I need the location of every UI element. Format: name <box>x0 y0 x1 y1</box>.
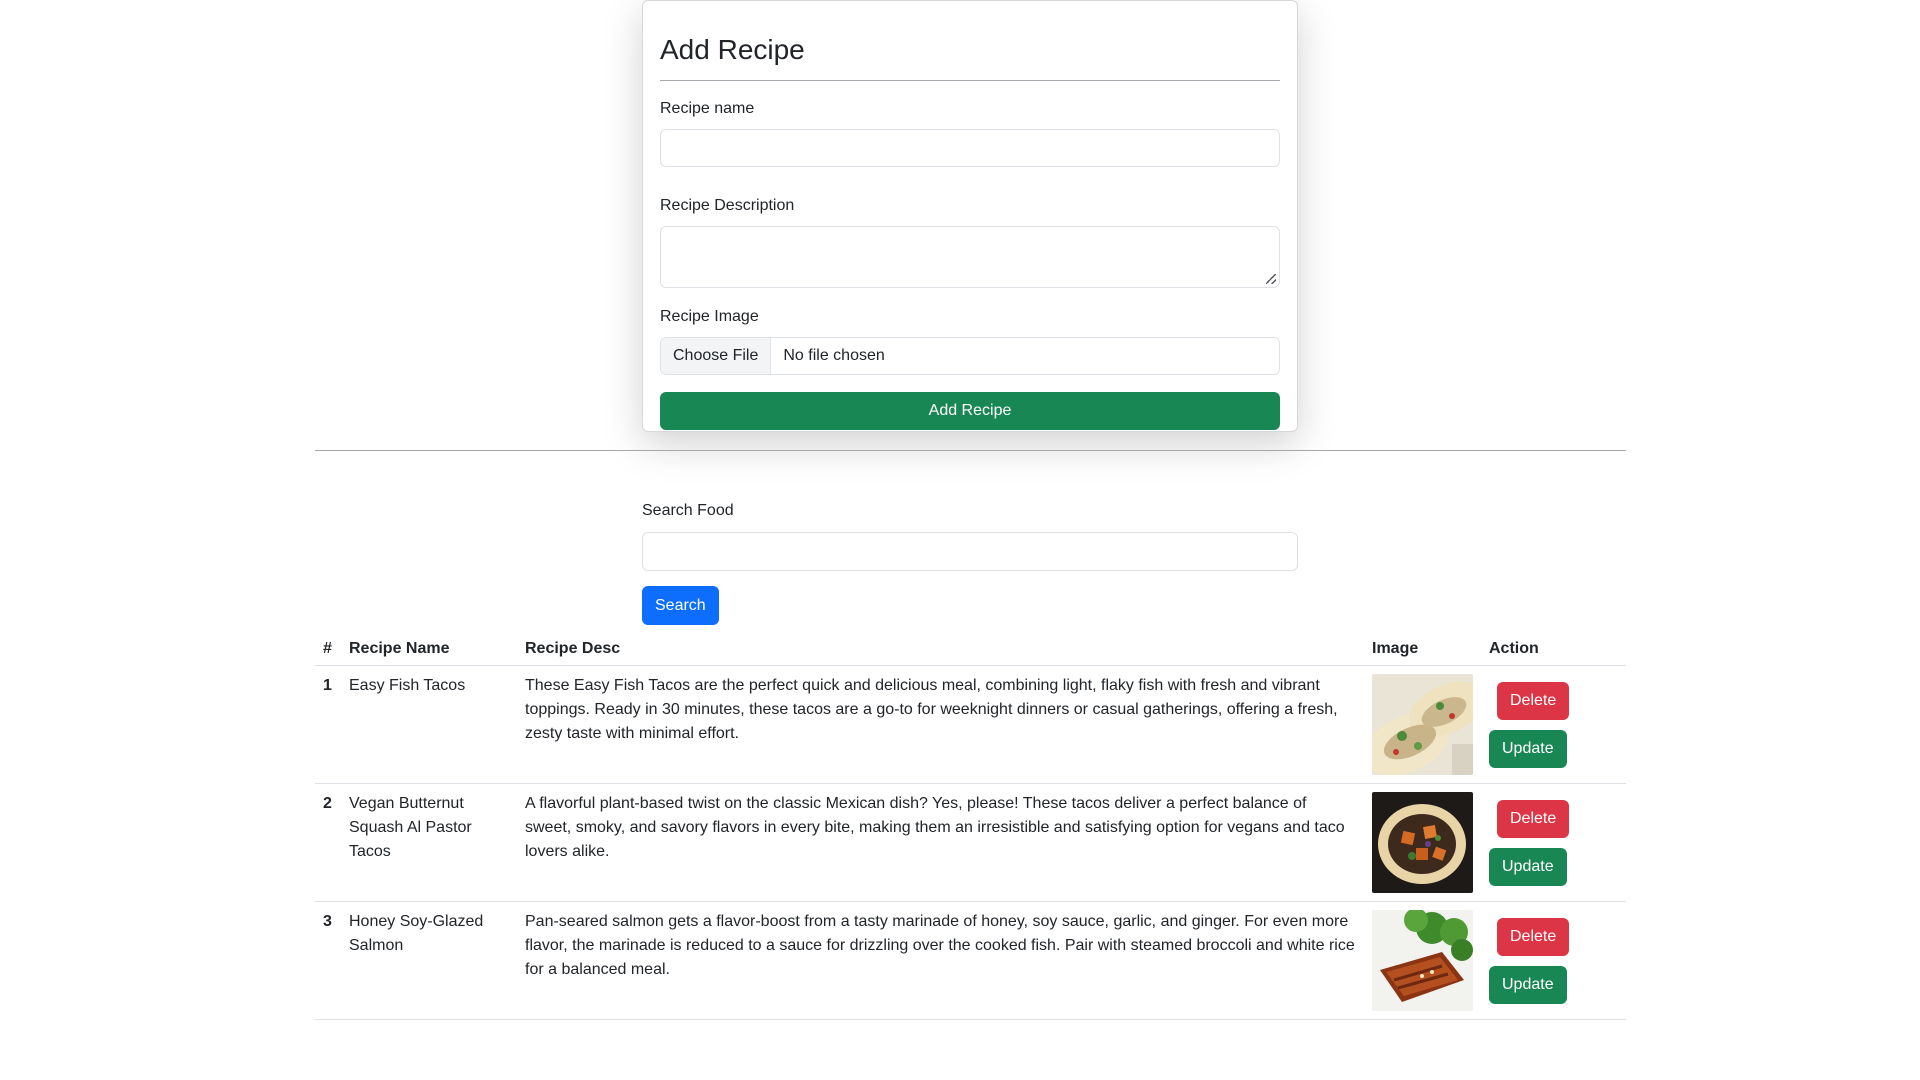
row-action-cell: Delete Update <box>1481 665 1626 784</box>
fish-tacos-photo-icon <box>1372 673 1473 775</box>
recipe-image-label: Recipe Image <box>660 308 759 325</box>
row-recipe-desc: A flavorful plant-based twist on the cla… <box>517 783 1364 902</box>
search-button[interactable]: Search <box>642 586 719 625</box>
recipe-description-textarea[interactable] <box>660 226 1280 288</box>
choose-file-button[interactable]: Choose File <box>661 338 772 374</box>
header-action: Action <box>1481 633 1626 666</box>
row-number: 1 <box>315 665 341 784</box>
row-number: 3 <box>315 901 341 1020</box>
row-image-cell <box>1364 783 1481 902</box>
table-row: 3 Honey Soy-Glazed Salmon Pan-seared sal… <box>315 901 1626 1020</box>
update-button[interactable]: Update <box>1489 965 1567 1004</box>
row-recipe-desc: These Easy Fish Tacos are the perfect qu… <box>517 665 1364 784</box>
delete-button[interactable]: Delete <box>1497 681 1570 720</box>
recipe-name-label: Recipe name <box>660 100 755 117</box>
recipe-name-input[interactable] <box>660 129 1280 167</box>
table-row: 2 Vegan Butternut Squash Al Pastor Tacos… <box>315 783 1626 902</box>
row-action-cell: Delete Update <box>1481 901 1626 1020</box>
search-section: Search Food Search <box>642 500 1298 625</box>
row-actions: Delete Update <box>1489 910 1618 1004</box>
delete-button[interactable]: Delete <box>1497 799 1570 838</box>
recipe-description-label: Recipe Description <box>660 197 795 214</box>
table-row: 1 Easy Fish Tacos These Easy Fish Tacos … <box>315 665 1626 784</box>
row-recipe-name: Easy Fish Tacos <box>341 665 517 784</box>
section-divider <box>315 450 1626 451</box>
search-food-label: Search Food <box>642 502 734 519</box>
recipe-image-group: Recipe Image Choose File No file chosen <box>660 307 1280 375</box>
row-image-cell <box>1364 665 1481 784</box>
header-image: Image <box>1364 633 1481 666</box>
squash-tacos-image <box>1372 791 1473 893</box>
delete-button[interactable]: Delete <box>1497 917 1570 956</box>
salmon-image <box>1372 909 1473 1011</box>
file-status-text: No file chosen <box>783 347 885 364</box>
update-button[interactable]: Update <box>1489 729 1567 768</box>
row-recipe-name: Vegan Butternut Squash Al Pastor Tacos <box>341 783 517 902</box>
add-recipe-title: Add Recipe <box>660 34 805 65</box>
salmon-photo-icon <box>1372 909 1473 1011</box>
row-recipe-desc: Pan-seared salmon gets a flavor-boost fr… <box>517 901 1364 1020</box>
header-number: # <box>315 633 341 666</box>
squash-tacos-photo-icon <box>1372 791 1473 893</box>
add-recipe-button[interactable]: Add Recipe <box>660 392 1280 430</box>
recipe-name-group: Recipe name <box>660 99 1280 167</box>
row-recipe-name: Honey Soy-Glazed Salmon <box>341 901 517 1020</box>
card-divider <box>660 80 1280 81</box>
row-number: 2 <box>315 783 341 902</box>
recipe-description-group: Recipe Description <box>660 196 1280 288</box>
table-header-row: # Recipe Name Recipe Desc Image Action <box>315 633 1626 666</box>
row-action-cell: Delete Update <box>1481 783 1626 902</box>
header-recipe-name: Recipe Name <box>341 633 517 666</box>
recipes-table: # Recipe Name Recipe Desc Image Action 1… <box>315 633 1626 1020</box>
header-recipe-desc: Recipe Desc <box>517 633 1364 666</box>
recipe-image-file-input[interactable]: Choose File No file chosen <box>660 337 1280 375</box>
fish-tacos-image <box>1372 673 1473 775</box>
row-actions: Delete Update <box>1489 792 1618 886</box>
resize-grip-icon[interactable] <box>1266 274 1276 284</box>
row-image-cell <box>1364 901 1481 1020</box>
row-actions: Delete Update <box>1489 674 1618 768</box>
update-button[interactable]: Update <box>1489 847 1567 886</box>
search-food-input[interactable] <box>642 532 1298 571</box>
add-recipe-card: Add Recipe Recipe name Recipe Descriptio… <box>642 0 1298 432</box>
